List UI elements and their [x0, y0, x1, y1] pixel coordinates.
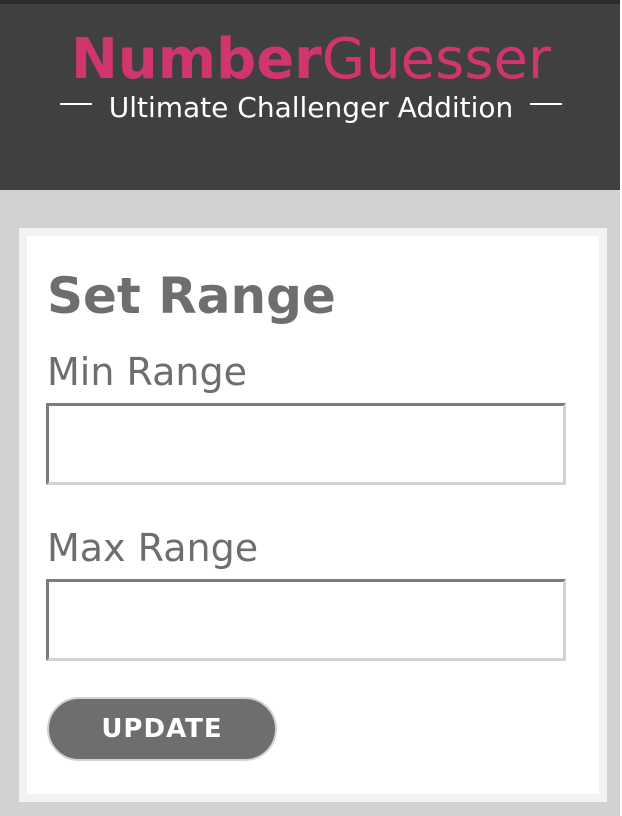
min-range-label: Min Range	[47, 350, 247, 394]
app-header: NumberGuesser Ultimate Challenger Additi…	[0, 4, 622, 190]
tagline-row: Ultimate Challenger Addition	[0, 90, 622, 126]
set-range-title: Set Range	[47, 267, 336, 325]
max-range-label: Max Range	[47, 526, 259, 570]
tagline-left-dash	[59, 103, 92, 105]
logo-bold-text: Number	[71, 27, 322, 92]
logo-light-text: Guesser	[321, 27, 551, 92]
tagline: Ultimate Challenger Addition	[108, 91, 514, 124]
set-range-card: Set Range Min Range Max Range UPDATE	[19, 228, 607, 802]
tagline-right-dash	[530, 103, 563, 105]
min-range-input[interactable]	[46, 403, 566, 485]
app-logo: NumberGuesser	[0, 28, 622, 92]
max-range-input[interactable]	[46, 579, 566, 661]
set-range-card-body: Set Range Min Range Max Range UPDATE	[27, 236, 599, 794]
update-button[interactable]: UPDATE	[47, 697, 277, 761]
